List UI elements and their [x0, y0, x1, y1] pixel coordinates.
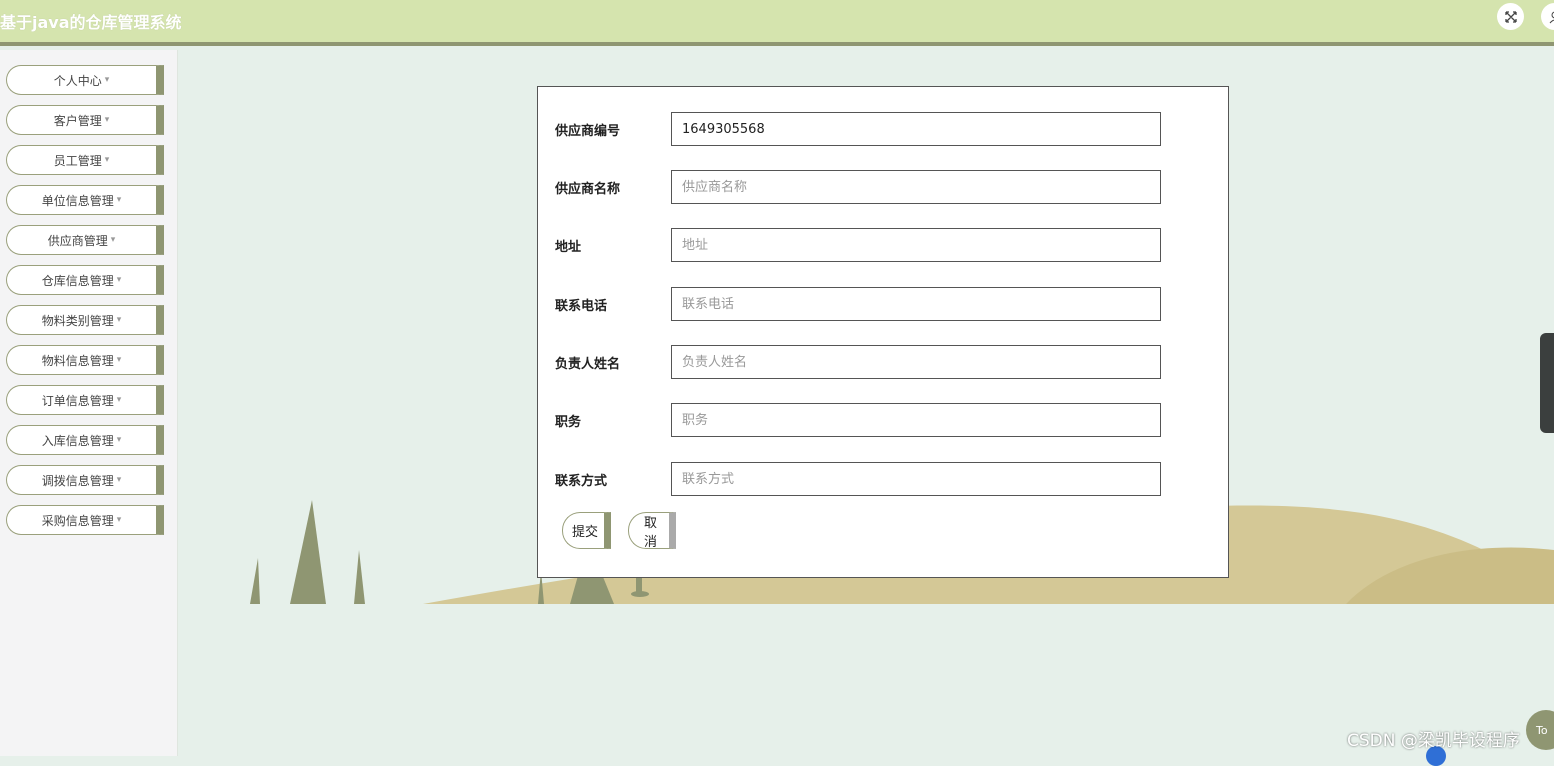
submit-button[interactable]: 提交	[562, 512, 611, 549]
form-row-manager-name: 负责人姓名	[538, 345, 1230, 379]
sidebar-item-orders[interactable]: 订单信息管理▾	[6, 385, 164, 415]
chevron-down-icon: ▾	[117, 475, 122, 485]
field-label: 职务	[555, 411, 581, 430]
watermark: CSDN @梁凯毕设程序	[1347, 726, 1520, 751]
form-row-phone: 联系电话	[538, 287, 1230, 321]
form-row-supplier-name: 供应商名称	[538, 170, 1230, 204]
sidebar-item-employees[interactable]: 员工管理▾	[6, 145, 164, 175]
sidebar-item-material-categories[interactable]: 物料类别管理▾	[6, 305, 164, 335]
sidebar-item-label: 采购信息管理	[42, 512, 114, 529]
form-row-supplier-id: 供应商编号	[538, 112, 1230, 146]
chevron-down-icon: ▾	[111, 235, 116, 245]
field-label: 联系电话	[555, 295, 607, 314]
chevron-down-icon: ▾	[105, 115, 110, 125]
supplier-form: 供应商编号 供应商名称 地址 联系电话 负责人姓名 职务 联系方式 提交 取消	[537, 86, 1229, 578]
chevron-down-icon: ▾	[117, 355, 122, 365]
form-row-contact: 联系方式	[538, 462, 1230, 496]
sidebar-item-label: 物料类别管理	[42, 312, 114, 329]
form-row-address: 地址	[538, 228, 1230, 262]
chevron-down-icon: ▾	[117, 515, 122, 525]
field-label: 联系方式	[555, 470, 607, 489]
app-title: 基于java的仓库管理系统	[0, 9, 182, 33]
phone-field[interactable]	[671, 287, 1161, 321]
supplier-name-field[interactable]	[671, 170, 1161, 204]
manager-name-field[interactable]	[671, 345, 1161, 379]
position-field[interactable]	[671, 403, 1161, 437]
sidebar-item-transfers[interactable]: 调拨信息管理▾	[6, 465, 164, 495]
sidebar-item-label: 入库信息管理	[42, 432, 114, 449]
sidebar-item-customers[interactable]: 客户管理▾	[6, 105, 164, 135]
field-label: 供应商名称	[555, 178, 620, 197]
sidebar-item-label: 调拨信息管理	[42, 472, 114, 489]
sidebar-item-label: 供应商管理	[48, 232, 108, 249]
supplier-id-field[interactable]	[671, 112, 1161, 146]
chevron-down-icon: ▾	[117, 275, 122, 285]
sidebar-item-label: 员工管理	[54, 152, 102, 169]
sidebar-item-inbound[interactable]: 入库信息管理▾	[6, 425, 164, 455]
sidebar-item-purchases[interactable]: 采购信息管理▾	[6, 505, 164, 535]
cancel-button[interactable]: 取消	[628, 512, 676, 549]
sidebar-item-label: 个人中心	[54, 72, 102, 89]
sidebar-item-materials[interactable]: 物料信息管理▾	[6, 345, 164, 375]
sidebar-item-label: 客户管理	[54, 112, 102, 129]
sidebar: 个人中心▾ 客户管理▾ 员工管理▾ 单位信息管理▾ 供应商管理▾ 仓库信息管理▾…	[0, 50, 178, 756]
chevron-down-icon: ▾	[117, 315, 122, 325]
field-label: 地址	[555, 236, 581, 255]
field-label: 负责人姓名	[555, 353, 620, 372]
chevron-down-icon: ▾	[105, 155, 110, 165]
sidebar-item-units[interactable]: 单位信息管理▾	[6, 185, 164, 215]
form-row-position: 职务	[538, 403, 1230, 437]
sidebar-item-warehouses[interactable]: 仓库信息管理▾	[6, 265, 164, 295]
sidebar-item-label: 单位信息管理	[42, 192, 114, 209]
chevron-down-icon: ▾	[117, 395, 122, 405]
top-header: 基于java的仓库管理系统	[0, 0, 1554, 46]
sidebar-item-suppliers[interactable]: 供应商管理▾	[6, 225, 164, 255]
user-icon[interactable]	[1541, 3, 1554, 30]
sidebar-item-label: 订单信息管理	[42, 392, 114, 409]
sidebar-item-label: 物料信息管理	[42, 352, 114, 369]
sidebar-item-label: 仓库信息管理	[42, 272, 114, 289]
field-label: 供应商编号	[555, 120, 620, 139]
contact-field[interactable]	[671, 462, 1161, 496]
chevron-down-icon: ▾	[117, 195, 122, 205]
chevron-down-icon: ▾	[117, 435, 122, 445]
fullscreen-exit-icon[interactable]	[1497, 3, 1524, 30]
address-field[interactable]	[671, 228, 1161, 262]
chevron-down-icon: ▾	[105, 75, 110, 85]
side-drawer-handle[interactable]	[1540, 333, 1554, 433]
sidebar-item-personal-center[interactable]: 个人中心▾	[6, 65, 164, 95]
